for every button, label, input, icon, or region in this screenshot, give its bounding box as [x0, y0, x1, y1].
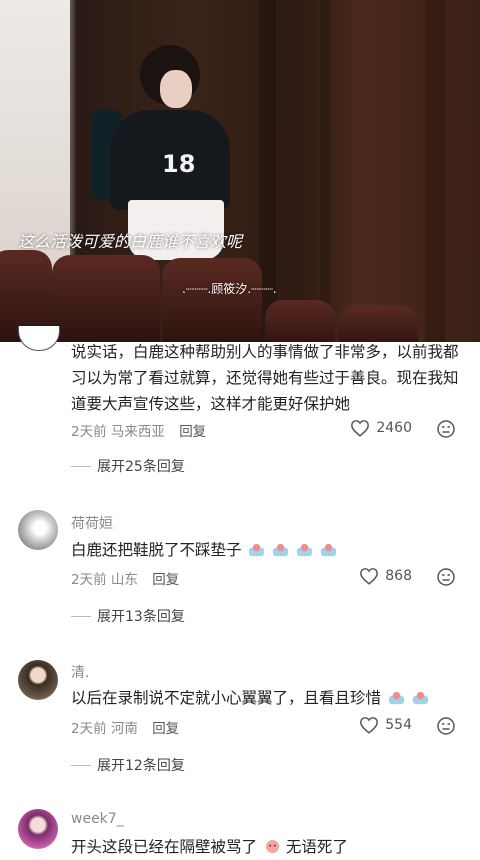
like-count: 2460	[376, 420, 412, 436]
emoji-icon	[249, 543, 265, 557]
expand-label: 展开13条回复	[97, 609, 185, 625]
comment-text-tail: 无语死了	[285, 838, 348, 856]
reply-button[interactable]: 回复	[152, 721, 179, 737]
comment-meta: 2天前 马来西亚 回复	[71, 420, 206, 440]
emoji-icon	[388, 691, 404, 705]
comment-location: 河南	[110, 721, 138, 737]
heart-icon	[360, 568, 379, 585]
comment-time: 2天前	[71, 721, 107, 737]
video-credit: .┈┈┈.顾筱汐.┈┈┈.	[182, 282, 277, 296]
expand-line	[71, 615, 91, 617]
expand-label: 展开25条回复	[97, 459, 185, 475]
like-count: 554	[385, 717, 412, 733]
video-door-panel	[425, 0, 445, 342]
comment-text: 开头这段已经在隔壁被骂了 无语死了	[71, 834, 463, 860]
video-seat	[265, 300, 335, 342]
expand-line	[71, 764, 91, 766]
video-person-shirt-number: 18	[162, 150, 196, 178]
expand-replies[interactable]: 展开25条回复	[71, 456, 185, 476]
expand-replies[interactable]: 展开13条回复	[71, 606, 185, 626]
video-door-panel	[320, 0, 330, 342]
expand-label: 展开12条回复	[97, 758, 185, 774]
heart-icon	[351, 420, 370, 437]
comment-meta: 2天前 山东 回复	[71, 568, 179, 588]
like-button[interactable]: 554	[359, 716, 412, 734]
comment-location: 马来西亚	[110, 424, 165, 440]
comment-text: 白鹿还把鞋脱了不踩垫子	[71, 537, 463, 563]
like-button[interactable]: 868	[359, 567, 412, 585]
comment-location: 山东	[110, 572, 138, 588]
reply-button[interactable]: 回复	[152, 572, 179, 588]
emoji-icon	[297, 543, 313, 557]
comment-username[interactable]: 清.	[71, 662, 89, 682]
comment-text-body: 白鹿还把鞋脱了不踩垫子	[71, 541, 242, 559]
angry-face-icon	[265, 839, 280, 854]
avatar[interactable]	[18, 809, 58, 849]
comment-time: 2天前	[71, 572, 107, 588]
video-caption: 这么活泼可爱的白鹿谁不喜欢呢	[18, 232, 243, 251]
expand-replies[interactable]: 展开12条回复	[71, 755, 185, 775]
reply-button[interactable]: 回复	[179, 424, 206, 440]
video-seat	[162, 258, 262, 342]
comment-text: 以后在录制说不定就小心翼翼了，且看且珍惜	[71, 685, 463, 711]
comment-text-body: 以后在录制说不定就小心翼翼了，且看且珍惜	[71, 689, 382, 707]
comment-username[interactable]: week7_	[71, 811, 124, 827]
video-seat	[338, 305, 418, 342]
comment-text-body: 开头这段已经在隔壁被骂了	[71, 838, 258, 856]
dislike-face-icon[interactable]	[436, 567, 456, 587]
emoji-icon	[321, 543, 337, 557]
comment-meta: 2天前 河南 回复	[71, 717, 179, 737]
expand-line	[71, 465, 91, 467]
like-button[interactable]: 2460	[350, 419, 412, 437]
comment-text: 说实话，白鹿这种帮助别人的事情做了非常多，以前我都习以为常了看过就算，还觉得她有…	[71, 343, 459, 413]
avatar[interactable]	[18, 510, 58, 550]
avatar[interactable]	[18, 326, 60, 351]
comment-username[interactable]: 荷荷姮	[71, 513, 113, 533]
comment-time: 2天前	[71, 424, 107, 440]
dislike-face-icon[interactable]	[436, 419, 456, 439]
emoji-icon	[273, 543, 289, 557]
avatar[interactable]	[18, 660, 58, 700]
video-player[interactable]: 18 这么活泼可爱的白鹿谁不喜欢呢 .┈┈┈.顾筱汐.┈┈┈.	[0, 0, 480, 342]
emoji-icon	[412, 691, 428, 705]
heart-icon	[360, 717, 379, 734]
dislike-face-icon[interactable]	[436, 716, 456, 736]
like-count: 868	[385, 568, 412, 584]
video-person-face	[160, 70, 192, 108]
video-seat	[52, 255, 160, 342]
